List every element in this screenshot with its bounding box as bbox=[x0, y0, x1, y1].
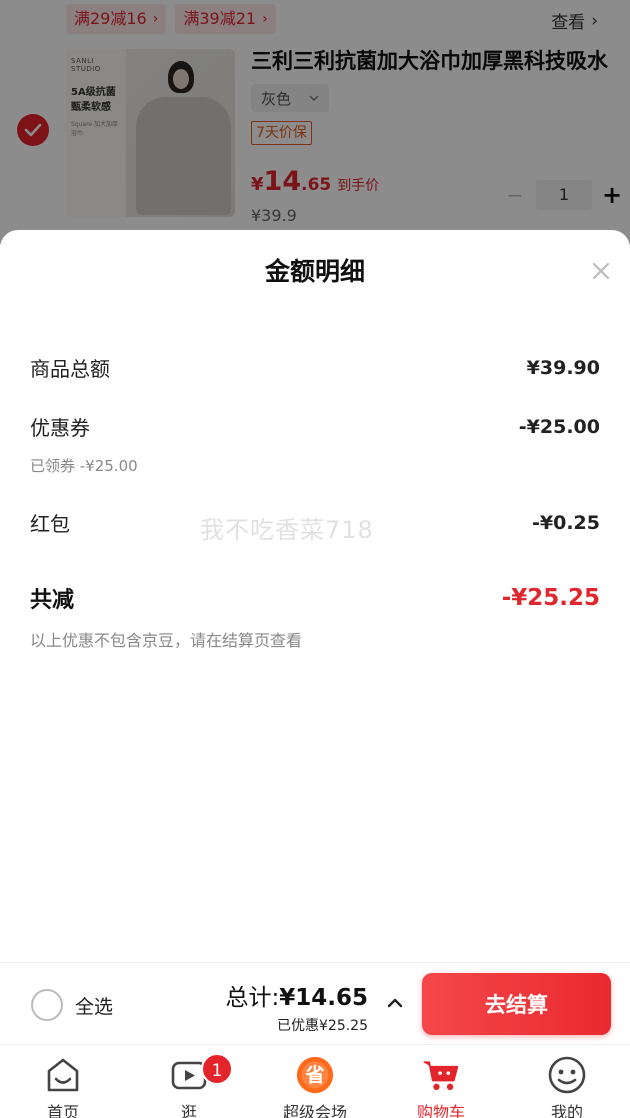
tab-label: 购物车 bbox=[416, 1103, 465, 1118]
total-value: ¥14.65 bbox=[279, 985, 368, 1011]
select-all-label: 全选 bbox=[75, 995, 114, 1018]
tab-cart[interactable]: 购物车 bbox=[378, 1045, 504, 1118]
redpacket-label: 红包 bbox=[30, 512, 70, 536]
subtotal-value: ¥39.90 bbox=[526, 356, 600, 379]
select-all-toggle[interactable]: 全选 bbox=[31, 989, 113, 1021]
watermark: 我不吃香菜718 bbox=[200, 516, 374, 544]
tab-label: 我的 bbox=[550, 1103, 583, 1118]
tab-venue[interactable]: 省 超级会场 bbox=[252, 1045, 378, 1118]
svg-text:省: 省 bbox=[304, 1064, 324, 1087]
close-button[interactable] bbox=[586, 256, 616, 286]
tab-home[interactable]: 首页 bbox=[0, 1045, 126, 1118]
notification-badge: 1 bbox=[201, 1053, 233, 1085]
total-discount-row: 共减 -¥25.25 bbox=[30, 582, 600, 614]
redpacket-value: -¥0.25 bbox=[532, 511, 600, 534]
home-icon bbox=[43, 1055, 83, 1095]
checkout-button[interactable]: 去结算 bbox=[422, 973, 611, 1035]
tab-label: 首页 bbox=[46, 1103, 79, 1118]
coupon-value: -¥25.00 bbox=[518, 415, 600, 438]
chevron-up-icon[interactable] bbox=[385, 993, 405, 1013]
saved-amount: 已优惠¥25.25 bbox=[277, 1018, 368, 1034]
cart-icon bbox=[421, 1055, 461, 1095]
checkout-bar: 全选 总计:¥14.65 已优惠¥25.25 去结算 bbox=[0, 962, 630, 1044]
discount-disclaimer: 以上优惠不包含京豆，请在结算页查看 bbox=[30, 631, 303, 650]
coupon-row: 优惠券 -¥25.00 bbox=[30, 412, 600, 441]
smiley-icon bbox=[547, 1055, 587, 1095]
modal-backdrop[interactable] bbox=[0, 0, 630, 245]
total-discount-label: 共减 bbox=[30, 588, 75, 613]
select-all-radio[interactable] bbox=[31, 989, 63, 1021]
amount-detail-sheet: 金额明细 商品总额 ¥39.90 优惠券 -¥25.00 已领券 -¥25.00… bbox=[0, 230, 630, 962]
total-discount-value: -¥25.25 bbox=[501, 585, 600, 611]
subtotal-row: 商品总额 ¥39.90 bbox=[30, 353, 600, 382]
coupon-label: 优惠券 bbox=[30, 416, 90, 440]
cart-item-area: 满29减16 › 满39减21 › 查看 › SANLI STUDIO 5A级抗… bbox=[0, 0, 630, 245]
subtotal-label: 商品总额 bbox=[30, 357, 110, 381]
cart-total: 总计:¥14.65 bbox=[225, 978, 368, 1012]
tab-me[interactable]: 我的 bbox=[504, 1045, 630, 1118]
total-label: 总计: bbox=[225, 985, 280, 1011]
tab-browse[interactable]: 1 逛 bbox=[126, 1045, 252, 1118]
tab-label: 逛 bbox=[180, 1103, 197, 1118]
tab-label: 超级会场 bbox=[282, 1103, 347, 1118]
video-play-icon: 1 bbox=[169, 1053, 233, 1095]
savings-icon: 省 bbox=[295, 1055, 335, 1095]
sheet-title: 金额明细 bbox=[264, 257, 365, 286]
coupon-note: 已领券 -¥25.00 bbox=[30, 457, 138, 475]
close-icon bbox=[592, 262, 610, 280]
bottom-tab-bar: 首页 1 逛 省 超级会场 购物车 我的 bbox=[0, 1044, 630, 1118]
